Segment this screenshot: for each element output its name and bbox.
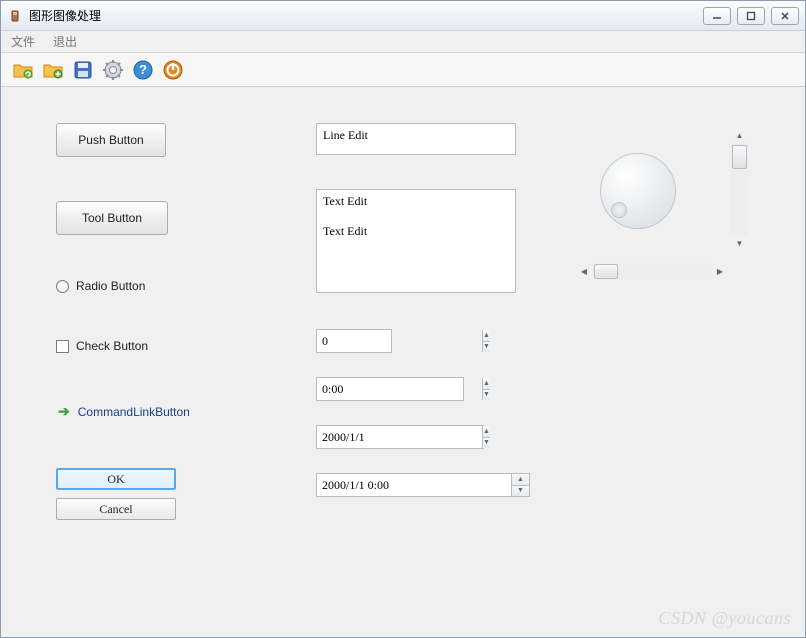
dialog-button-box: OK Cancel [56, 468, 176, 520]
middle-column: Line Edit Text Edit Text Edit ▲ ▼ ▲ ▼ [316, 123, 516, 497]
scroll-up-button[interactable]: ▲ [731, 127, 748, 143]
radio-label: Radio Button [76, 279, 145, 293]
date-down-button[interactable]: ▼ [483, 438, 490, 449]
help-icon[interactable]: ? [131, 58, 155, 82]
window-title: 图形图像处理 [29, 7, 703, 24]
app-window: 图形图像处理 文件 退出 ? [0, 0, 806, 638]
command-link-label: CommandLinkButton [78, 405, 190, 419]
menu-file[interactable]: 文件 [7, 31, 39, 52]
command-link-button[interactable]: ➔ CommandLinkButton [56, 399, 256, 424]
content-area: Push Button Tool Button Radio Button Che… [1, 87, 805, 637]
svg-text:?: ? [139, 62, 147, 77]
menubar: 文件 退出 [1, 31, 805, 53]
vertical-scrollbar[interactable]: ▲ ▼ [731, 127, 748, 251]
time-input[interactable] [317, 378, 482, 400]
scroll-left-button[interactable]: ◀ [576, 263, 592, 280]
vscroll-track[interactable] [731, 143, 748, 235]
arrow-right-icon: ➔ [58, 403, 70, 420]
maximize-button[interactable] [737, 7, 765, 25]
check-indicator [56, 340, 69, 353]
folder-add-icon[interactable] [41, 58, 65, 82]
folder-refresh-icon[interactable] [11, 58, 35, 82]
datetime-down-button[interactable]: ▼ [512, 486, 529, 497]
radio-button[interactable]: Radio Button [56, 279, 256, 293]
vscroll-thumb[interactable] [732, 145, 747, 169]
toolbar: ? [1, 53, 805, 87]
horizontal-scrollbar[interactable]: ◀ ▶ [576, 263, 728, 280]
date-edit[interactable]: ▲ ▼ [316, 425, 484, 449]
spin-down-button[interactable]: ▼ [483, 342, 490, 353]
line-edit[interactable]: Line Edit [316, 123, 516, 155]
ok-button[interactable]: OK [56, 468, 176, 490]
left-column: Push Button Tool Button Radio Button Che… [56, 123, 256, 528]
date-input[interactable] [317, 426, 482, 448]
watermark: CSDN @youcans [658, 608, 791, 629]
spin-up-button[interactable]: ▲ [483, 330, 490, 342]
power-icon[interactable] [161, 58, 185, 82]
datetime-up-button[interactable]: ▲ [512, 474, 529, 486]
date-up-button[interactable]: ▲ [483, 426, 490, 438]
spin-input[interactable] [317, 330, 482, 352]
scroll-right-button[interactable]: ▶ [712, 263, 728, 280]
right-column: ▲ ▼ ◀ ▶ [576, 123, 756, 323]
check-button[interactable]: Check Button [56, 339, 256, 353]
check-label: Check Button [76, 339, 148, 353]
gear-icon[interactable] [101, 58, 125, 82]
hscroll-thumb[interactable] [594, 264, 618, 279]
app-icon [7, 8, 23, 24]
push-button[interactable]: Push Button [56, 123, 166, 157]
spin-box[interactable]: ▲ ▼ [316, 329, 392, 353]
time-edit[interactable]: ▲ ▼ [316, 377, 464, 401]
time-up-button[interactable]: ▲ [483, 378, 490, 390]
datetime-input[interactable] [317, 474, 511, 496]
scroll-down-button[interactable]: ▼ [731, 235, 748, 251]
window-controls [703, 7, 799, 25]
text-edit[interactable]: Text Edit Text Edit [316, 189, 516, 293]
cancel-button[interactable]: Cancel [56, 498, 176, 520]
radio-indicator [56, 280, 69, 293]
date-spin-buttons: ▲ ▼ [482, 426, 490, 448]
titlebar: 图形图像处理 [1, 1, 805, 31]
tool-button[interactable]: Tool Button [56, 201, 168, 235]
hscroll-track[interactable] [592, 263, 712, 280]
close-button[interactable] [771, 7, 799, 25]
save-icon[interactable] [71, 58, 95, 82]
spin-buttons: ▲ ▼ [482, 330, 490, 352]
time-down-button[interactable]: ▼ [483, 390, 490, 401]
minimize-button[interactable] [703, 7, 731, 25]
menu-exit[interactable]: 退出 [49, 31, 81, 52]
datetime-spin-buttons: ▲ ▼ [511, 474, 529, 496]
dial[interactable] [600, 153, 676, 229]
time-spin-buttons: ▲ ▼ [482, 378, 490, 400]
datetime-edit[interactable]: ▲ ▼ [316, 473, 530, 497]
